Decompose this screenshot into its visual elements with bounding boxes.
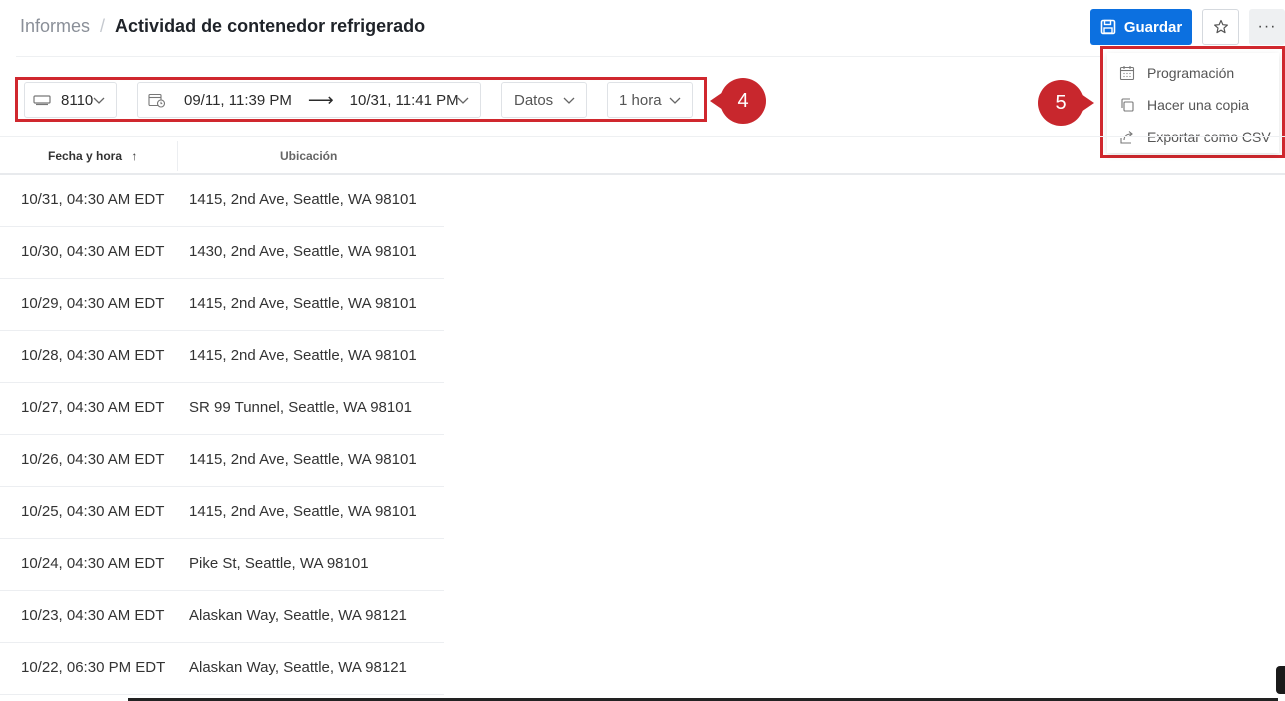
cell-date: 10/29, 04:30 AM EDT [21,295,165,312]
cell-date: 10/24, 04:30 AM EDT [21,555,165,572]
cell-date: 10/31, 04:30 AM EDT [21,191,165,208]
cell-location: 1415, 2nd Ave, Seattle, WA 98101 [189,503,417,520]
column-header-label: Fecha y hora [48,149,123,163]
sort-ascending-icon: ↑ [131,149,138,163]
table-row[interactable]: 10/26, 04:30 AM EDT 1415, 2nd Ave, Seattl… [0,435,444,487]
menu-item-schedule[interactable]: Programación [1119,65,1234,81]
save-button[interactable]: Guardar [1090,9,1192,45]
cell-location: 1415, 2nd Ave, Seattle, WA 98101 [189,191,417,208]
cell-location: 1415, 2nd Ave, Seattle, WA 98101 [189,347,417,364]
cell-date: 10/27, 04:30 AM EDT [21,399,165,416]
activity-table: Fecha y hora ↑ Ubicación 10/31, 04:30 AM… [0,137,1285,695]
date-to: 10/31, 11:41 PM [349,91,459,109]
help-widget-tab[interactable] [1276,666,1285,694]
range-arrow-icon: ⟶ [307,89,334,110]
save-icon [1100,19,1116,35]
date-from: 09/11, 11:39 PM [184,91,292,109]
chevron-down-icon [93,97,105,104]
breadcrumb-separator: / [100,16,106,36]
chevron-down-icon [563,97,575,104]
vehicle-select[interactable]: 8110 [24,82,117,118]
data-select[interactable]: Datos [501,82,587,118]
chevron-down-icon [457,97,469,104]
column-header-date[interactable]: Fecha y hora ↑ [48,149,137,163]
cell-date: 10/23, 04:30 AM EDT [21,607,165,624]
cell-date: 10/28, 04:30 AM EDT [21,347,165,364]
menu-item-label: Programación [1147,65,1235,81]
table-row[interactable]: 10/27, 04:30 AM EDT SR 99 Tunnel, Seattle… [0,383,444,435]
page-title: Actividad de contenedor refrigerado [115,16,426,36]
page-header: Informes / Actividad de contenedor refri… [0,0,1285,56]
cell-location: 1415, 2nd Ave, Seattle, WA 98101 [189,451,417,468]
cell-location: SR 99 Tunnel, Seattle, WA 98101 [189,399,412,416]
callout-4: 4 [710,78,766,124]
callout-5: 5 [1038,80,1094,126]
table-row[interactable]: 10/29, 04:30 AM EDT 1415, 2nd Ave, Seattl… [0,279,444,331]
cell-date: 10/25, 04:30 AM EDT [21,503,165,520]
interval-select-label: 1 hora [619,91,662,109]
table-body: 10/31, 04:30 AM EDT 1415, 2nd Ave, Seattl… [0,175,444,695]
breadcrumb-root-link[interactable]: Informes [20,16,90,37]
breadcrumb: Informes / Actividad de contenedor refri… [20,16,425,37]
cell-location: 1415, 2nd Ave, Seattle, WA 98101 [189,295,417,312]
table-row[interactable]: 10/30, 04:30 AM EDT 1430, 2nd Ave, Seattl… [0,227,444,279]
copy-icon [1121,98,1134,112]
more-options-button[interactable]: ··· [1249,9,1285,45]
cell-location: 1430, 2nd Ave, Seattle, WA 98101 [189,243,417,260]
callout-pointer [1078,92,1094,114]
column-header-location[interactable]: Ubicación [280,149,337,163]
data-select-label: Datos [514,91,554,109]
cell-date: 10/30, 04:30 AM EDT [21,243,165,260]
table-row[interactable]: 10/22, 06:30 PM EDT Alaskan Way, Seattle,… [0,643,444,695]
vehicle-value: 8110 [61,91,94,109]
star-icon [1213,19,1228,34]
calendar-clock-icon [148,93,166,108]
favorite-button[interactable] [1202,9,1239,45]
calendar-icon [1119,66,1135,81]
table-row[interactable]: 10/24, 04:30 AM EDT Pike St, Seattle, WA … [0,539,444,591]
date-range-picker[interactable]: 09/11, 11:39 PM ⟶ 10/31, 11:41 PM [137,82,481,118]
cell-date: 10/26, 04:30 AM EDT [21,451,165,468]
table-row[interactable]: 10/31, 04:30 AM EDT 1415, 2nd Ave, Seattl… [0,175,444,227]
table-header: Fecha y hora ↑ Ubicación [0,137,1285,175]
column-divider [177,141,178,171]
cell-location: Alaskan Way, Seattle, WA 98121 [189,607,407,624]
cell-date: 10/22, 06:30 PM EDT [21,659,166,676]
cell-location: Pike St, Seattle, WA 98101 [189,555,369,572]
table-row[interactable]: 10/28, 04:30 AM EDT 1415, 2nd Ave, Seattl… [0,331,444,383]
table-row[interactable]: 10/23, 04:30 AM EDT Alaskan Way, Seattle,… [0,591,444,643]
table-row[interactable]: 10/25, 04:30 AM EDT 1415, 2nd Ave, Seattl… [0,487,444,539]
header-divider [16,56,1196,57]
more-icon: ··· [1257,18,1277,35]
callout-number: 4 [720,78,766,124]
menu-item-copy[interactable]: Hacer una copia [1119,97,1249,113]
save-button-label: Guardar [1123,18,1183,36]
chevron-down-icon [669,97,681,104]
vehicle-icon [33,95,51,106]
menu-item-label: Hacer una copia [1147,97,1249,113]
cell-location: Alaskan Way, Seattle, WA 98121 [189,659,407,676]
interval-select[interactable]: 1 hora [607,82,693,118]
